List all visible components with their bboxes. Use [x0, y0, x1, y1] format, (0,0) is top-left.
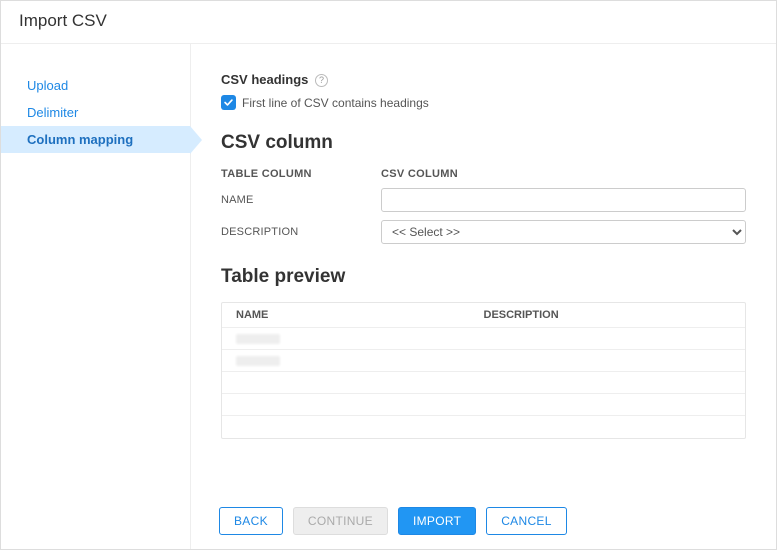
table-column-header: TABLE COLUMN [221, 168, 381, 180]
redacted-text [236, 356, 280, 366]
preview-row [222, 394, 745, 416]
csv-column-header: CSV COLUMN [381, 168, 746, 180]
preview-cell [236, 376, 484, 389]
sidebar-item-label: Delimiter [27, 105, 78, 120]
preview-row [222, 372, 745, 394]
preview-cell [236, 354, 484, 369]
preview-cell [236, 420, 484, 434]
sidebar-item-delimiter[interactable]: Delimiter [1, 99, 190, 126]
preview-col-description: DESCRIPTION [484, 309, 732, 321]
cancel-button[interactable]: CANCEL [486, 507, 566, 535]
sidebar-item-label: Upload [27, 78, 68, 93]
headings-checkbox[interactable] [221, 95, 236, 110]
import-csv-window: Import CSV Upload Delimiter Column mappi… [0, 0, 777, 550]
continue-button: CONTINUE [293, 507, 388, 535]
window-title: Import CSV [1, 1, 776, 44]
help-icon[interactable]: ? [315, 74, 328, 87]
preview-cell [236, 332, 484, 347]
headings-checkbox-row: First line of CSV contains headings [221, 95, 746, 110]
preview-cell [484, 376, 732, 389]
redacted-text [236, 334, 280, 344]
preview-table: NAME DESCRIPTION [221, 302, 746, 439]
mapping-row-label-description: DESCRIPTION [221, 226, 381, 238]
import-button[interactable]: IMPORT [398, 507, 476, 535]
preview-cell [484, 398, 732, 411]
main-panel: CSV headings ? First line of CSV contain… [191, 44, 776, 549]
csv-headings-row: CSV headings ? [221, 72, 746, 87]
back-button[interactable]: BACK [219, 507, 283, 535]
headings-checkbox-label: First line of CSV contains headings [242, 96, 429, 110]
wizard-buttons: BACK CONTINUE IMPORT CANCEL [219, 507, 567, 535]
table-preview-heading: Table preview [221, 266, 746, 288]
csv-column-heading: CSV column [221, 132, 746, 154]
preview-header-row: NAME DESCRIPTION [222, 303, 745, 328]
preview-row [222, 416, 745, 438]
preview-row [222, 328, 745, 350]
mapping-row-label-name: NAME [221, 194, 381, 206]
body: Upload Delimiter Column mapping CSV head… [1, 44, 776, 549]
preview-cell [484, 354, 732, 369]
preview-col-name: NAME [236, 309, 484, 321]
sidebar-item-upload[interactable]: Upload [1, 72, 190, 99]
sidebar-item-column-mapping[interactable]: Column mapping [1, 126, 190, 153]
sidebar-item-label: Column mapping [27, 132, 133, 147]
mapping-select-name[interactable] [381, 188, 746, 212]
preview-row [222, 350, 745, 372]
check-icon [223, 97, 234, 108]
preview-cell [484, 332, 732, 347]
preview-cell [236, 398, 484, 411]
column-mapping-grid: TABLE COLUMN CSV COLUMN NAME DESCRIPTION… [221, 168, 746, 244]
csv-headings-label: CSV headings [221, 72, 308, 87]
preview-cell [484, 420, 732, 434]
wizard-sidebar: Upload Delimiter Column mapping [1, 44, 191, 549]
mapping-select-description[interactable]: << Select >> [381, 220, 746, 244]
